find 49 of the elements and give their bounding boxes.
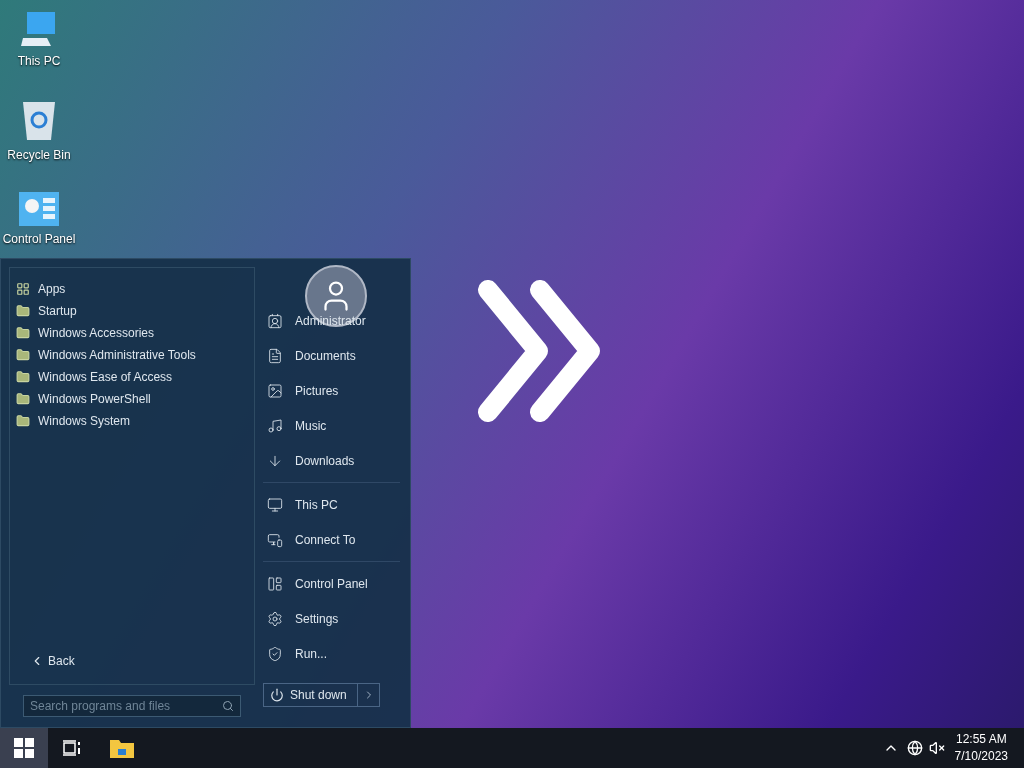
program-item[interactable]: Startup bbox=[14, 300, 250, 322]
pc-icon bbox=[267, 496, 283, 513]
search-icon bbox=[222, 700, 234, 712]
folder-icon bbox=[16, 370, 30, 384]
apps-icon bbox=[16, 282, 30, 296]
menu-item[interactable]: Settings bbox=[263, 601, 400, 636]
desktop-icon-label[interactable]: Control Panel bbox=[2, 230, 76, 248]
program-item[interactable]: Windows Ease of Access bbox=[14, 366, 250, 388]
menu-item[interactable]: Connect To bbox=[263, 522, 400, 557]
program-item[interactable]: Apps bbox=[14, 278, 250, 300]
windows-logo-icon bbox=[14, 738, 34, 758]
music-icon bbox=[267, 417, 283, 434]
panel-icon bbox=[267, 575, 283, 592]
program-item[interactable]: Windows PowerShell bbox=[14, 388, 250, 410]
settings-icon bbox=[267, 610, 283, 627]
program-item[interactable]: Windows System bbox=[14, 410, 250, 432]
control-panel-icon bbox=[19, 192, 59, 226]
muted-speaker-icon[interactable] bbox=[928, 740, 945, 756]
task-view-icon bbox=[63, 740, 81, 756]
menu-item[interactable]: Control Panel bbox=[263, 566, 400, 601]
program-item[interactable]: Windows Accessories bbox=[14, 322, 250, 344]
folder-icon bbox=[16, 392, 30, 406]
folder-icon bbox=[16, 414, 30, 428]
folder-icon bbox=[16, 348, 30, 362]
menu-item[interactable]: Music bbox=[263, 408, 400, 443]
connect-icon bbox=[267, 531, 283, 548]
clock[interactable]: 12:55 AM 7/10/2023 bbox=[954, 731, 1024, 765]
program-item[interactable]: Windows Administrative Tools bbox=[14, 344, 250, 366]
network-icon[interactable] bbox=[906, 740, 923, 756]
menu-item[interactable]: Downloads bbox=[263, 443, 400, 478]
run-icon bbox=[267, 645, 283, 662]
search-field[interactable]: Search programs and files bbox=[23, 695, 241, 717]
pictures-icon bbox=[267, 382, 283, 399]
user-icon bbox=[267, 312, 283, 329]
desktop-icon-label[interactable]: This PC bbox=[17, 52, 61, 70]
desktop-icon-label[interactable]: Recycle Bin bbox=[7, 146, 71, 164]
menu-item[interactable]: Documents bbox=[263, 338, 400, 373]
shut-down-button[interactable]: Shut down bbox=[263, 683, 358, 707]
menu-item[interactable]: Pictures bbox=[263, 373, 400, 408]
menu-item[interactable]: Administrator bbox=[263, 303, 400, 338]
power-icon bbox=[270, 688, 284, 702]
back-button[interactable]: Back bbox=[30, 652, 75, 670]
folder-icon bbox=[110, 738, 134, 758]
start-button[interactable] bbox=[0, 728, 48, 768]
folder-icon bbox=[16, 304, 30, 318]
menu-item[interactable]: Run... bbox=[263, 636, 400, 671]
menu-item[interactable]: This PC bbox=[263, 487, 400, 522]
folder-icon bbox=[16, 326, 30, 340]
documents-icon bbox=[267, 347, 283, 364]
